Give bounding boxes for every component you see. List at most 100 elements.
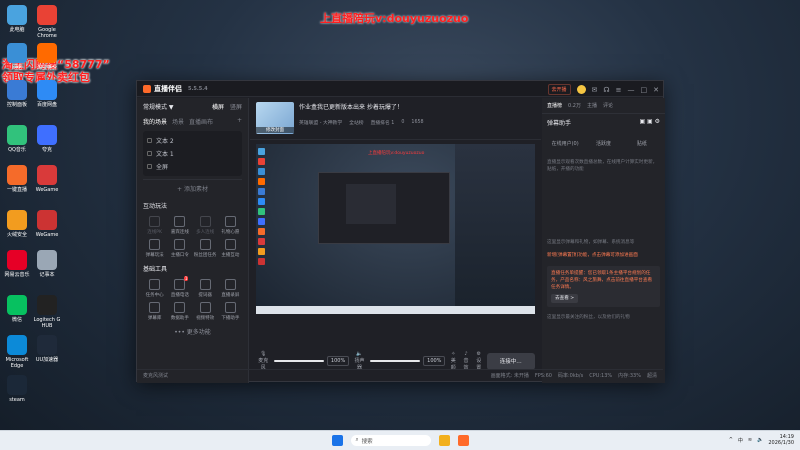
language-indicator[interactable]: 中	[738, 437, 743, 444]
desktop-icon[interactable]: UU加速器	[30, 335, 64, 363]
tool-label: 连线PK	[147, 230, 162, 235]
tool-item[interactable]: 视频特效	[194, 302, 217, 321]
tool-item[interactable]: 下播助手	[219, 302, 242, 321]
desktop-icon[interactable]: 网易云音乐	[0, 250, 34, 278]
list-item[interactable]: 文本 1	[147, 147, 238, 160]
beauty-button[interactable]: ✧ 美颜	[448, 351, 458, 371]
tab-host[interactable]: 主播	[587, 102, 597, 109]
tool-item[interactable]: 粉丝团任务	[194, 239, 217, 258]
desktop-icon[interactable]: 网络	[0, 43, 34, 71]
desktop-icon[interactable]: 火绒安全	[0, 210, 34, 238]
cover-image[interactable]: 修改封面	[256, 102, 294, 134]
tool-icon	[149, 279, 161, 290]
windows-start-icon[interactable]	[331, 435, 343, 446]
tab-my-scenes[interactable]: 我的场景	[143, 117, 167, 126]
desktop-icon[interactable]: WeGame	[30, 165, 64, 193]
menu-icon[interactable]: ≡	[616, 86, 622, 94]
desktop-icon[interactable]: Google Chrome	[30, 5, 64, 39]
desktop-icon[interactable]: 淘宝特价	[30, 43, 64, 71]
add-source-button[interactable]: + 添加素材	[143, 179, 242, 197]
chevron-up-icon[interactable]: ^	[729, 437, 733, 443]
desktop-icon[interactable]: Logitech G HUB	[30, 295, 64, 329]
list-item[interactable]: 全屏	[147, 160, 238, 173]
desktop-icon[interactable]: 记事本	[30, 250, 64, 278]
desktop-icon[interactable]: QQ音乐	[0, 125, 34, 153]
tab-portrait[interactable]: 竖屏	[230, 104, 242, 111]
tool-icon	[199, 216, 211, 227]
tool-item[interactable]: 数据助手	[168, 302, 191, 321]
desktop-icon[interactable]: 一键直播	[0, 165, 34, 193]
desktop-icon[interactable]: Microsoft Edge	[0, 335, 34, 369]
wifi-icon[interactable]: ≋	[748, 437, 752, 443]
app-icon	[37, 165, 57, 185]
mail-icon[interactable]: ✉	[592, 86, 598, 94]
tab-canvas[interactable]: 直播画布	[189, 117, 213, 126]
tab-stickers[interactable]: 贴纸	[624, 137, 660, 150]
tool-item[interactable]: 连线PK	[143, 216, 166, 235]
tool-item[interactable]: 多人连线	[194, 216, 217, 235]
mic-volume-value[interactable]: 100%	[326, 356, 350, 366]
list-item[interactable]: 文本 2	[147, 134, 238, 147]
tool-item[interactable]: 直播录屏	[219, 279, 242, 298]
desktop-icon[interactable]: steam	[0, 375, 34, 403]
avatar[interactable]	[576, 85, 586, 94]
desktop-icon[interactable]: 夸克	[30, 125, 64, 153]
tab-landscape[interactable]: 横屏	[212, 104, 224, 111]
clock[interactable]: 14:19 2026/1/30	[768, 434, 794, 446]
desktop-icon[interactable]: 此电脑	[0, 5, 34, 33]
desktop-icon[interactable]: 控制面板	[0, 80, 34, 108]
go-live-top-button[interactable]: 去开播	[547, 84, 571, 95]
date: 2026/1/30	[768, 440, 794, 446]
center-panel: 修改封面 作业盒我已更新版本出来 抄着玩爆了！ 英雄联盟 - 大神教学 全站榜 …	[250, 98, 541, 383]
mode-selector[interactable]: 常规模式 ▼	[143, 102, 174, 111]
tool-item[interactable]: 1 直播电话	[168, 276, 191, 298]
tab-scenes[interactable]: 场景	[172, 117, 184, 126]
headset-icon[interactable]: ☊	[603, 86, 609, 94]
tab-comments[interactable]: 评论	[603, 102, 613, 109]
checkbox[interactable]	[147, 138, 152, 143]
tool-item[interactable]: 弹幕玩法	[143, 239, 166, 258]
go-live-button[interactable]: 连接中…	[486, 352, 535, 370]
checkbox[interactable]	[147, 151, 152, 156]
tab-activity[interactable]: 活跃度	[585, 137, 621, 150]
danmaku-pin-tip[interactable]: 新增[弹幕置顶]功能，点击弹幕可添加进画面	[542, 249, 665, 262]
tool-item[interactable]: 嘉宾连线	[168, 216, 191, 235]
desktop-icon[interactable]: 微信	[0, 295, 34, 323]
room-meta-item[interactable]: 全站榜	[349, 119, 363, 126]
tool-item[interactable]: 提词器	[194, 279, 217, 298]
settings-button[interactable]: ⚙ 设置	[474, 351, 484, 371]
tool-icon	[149, 239, 161, 250]
room-category[interactable]: 英雄联盟 - 大神教学	[299, 119, 342, 126]
room-title[interactable]: 作业盒我已更新版本出来 抄着玩爆了！	[299, 102, 535, 111]
desktop-icon[interactable]: WeGame	[30, 210, 64, 238]
tool-item[interactable]: 主播互动	[219, 239, 242, 258]
mic-toggle[interactable]: 🎙 麦克风	[256, 351, 271, 371]
minimize-icon[interactable]: —	[628, 86, 635, 94]
desktop-icon[interactable]: 百度网盘	[30, 80, 64, 108]
checkbox[interactable]	[147, 164, 152, 169]
maximize-icon[interactable]: □	[641, 86, 648, 94]
tab-online-users[interactable]: 在线用户(0)	[547, 137, 583, 150]
taskbar-search[interactable]: ⌕ 搜索	[350, 435, 431, 446]
tool-item[interactable]: 弹幕库	[143, 302, 166, 321]
tool-item[interactable]: 主播口令	[168, 239, 191, 258]
panel-tools-icon[interactable]: ▣ ▣ ⚙	[639, 118, 660, 127]
sound-effect-button[interactable]: ♪ 音效	[461, 351, 471, 371]
speaker-volume-slider[interactable]	[369, 360, 421, 362]
tool-item[interactable]: 任务中心	[143, 279, 166, 298]
speaker-icon[interactable]: 🔈	[757, 437, 763, 443]
tool-item[interactable]: 礼物心愿	[219, 216, 242, 235]
add-scene-icon[interactable]: +	[237, 117, 242, 126]
speaker-volume-value[interactable]: 100%	[423, 356, 446, 366]
file-explorer-icon[interactable]	[438, 435, 450, 446]
speaker-toggle[interactable]: 🔈 扬声器	[352, 351, 367, 371]
room-meta-item: 1658	[411, 120, 424, 125]
live-companion-icon[interactable]	[457, 435, 469, 446]
tab-rank[interactable]: 直播榜	[547, 102, 562, 109]
mic-volume-slider[interactable]	[273, 360, 324, 362]
more-features-button[interactable]: ••• 更多功能	[137, 323, 248, 340]
stream-preview[interactable]: 上直播陪玩v:douyuzuozuo	[256, 144, 535, 314]
view-task-button[interactable]: 去查看 >	[551, 294, 579, 303]
close-icon[interactable]: ✕	[653, 86, 659, 94]
tab-count[interactable]: 0.2万	[568, 102, 581, 109]
